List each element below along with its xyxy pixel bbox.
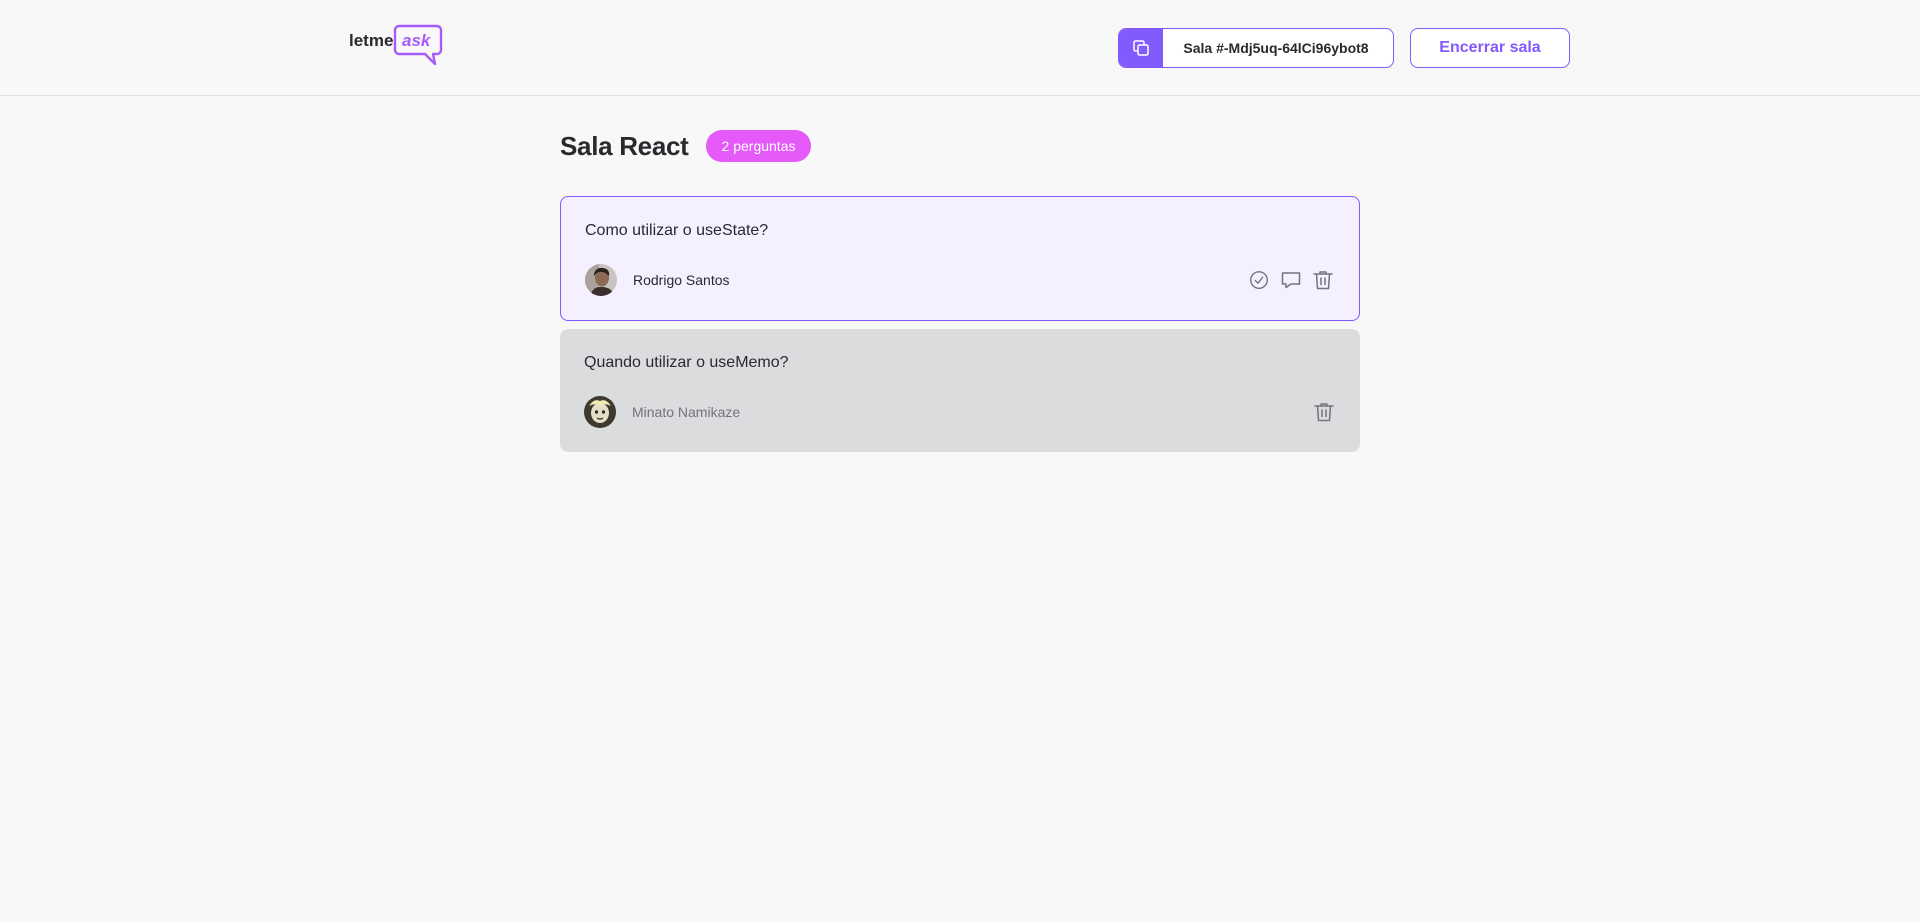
question-card: Como utilizar o useState? Rodrigo Santos bbox=[560, 196, 1360, 321]
svg-text:ask: ask bbox=[402, 31, 432, 50]
avatar bbox=[584, 396, 616, 428]
question-footer: Rodrigo Santos bbox=[585, 264, 1335, 296]
question-text: Como utilizar o useState? bbox=[585, 222, 769, 239]
author-name: Minato Namikaze bbox=[632, 404, 741, 420]
svg-text:letme: letme bbox=[349, 31, 393, 50]
page-title: Sala React bbox=[560, 130, 689, 161]
room-title-row: Sala React 2 perguntas bbox=[560, 130, 812, 162]
check-circle-icon[interactable] bbox=[1247, 268, 1271, 292]
room-code-text: Sala #-Mdj5uq-64lCi96ybot8 bbox=[1183, 40, 1369, 56]
answer-icon[interactable] bbox=[1279, 268, 1303, 292]
question-card: Quando utilizar o useMemo? Minato Namika… bbox=[560, 329, 1360, 452]
question-actions bbox=[1247, 268, 1335, 292]
letmeask-logo[interactable]: letme ask bbox=[349, 22, 445, 68]
room-code-button[interactable]: Sala #-Mdj5uq-64lCi96ybot8 bbox=[1118, 28, 1394, 68]
delete-icon[interactable] bbox=[1312, 400, 1336, 424]
question-actions bbox=[1312, 400, 1336, 424]
copy-icon bbox=[1119, 29, 1163, 67]
question-author: Minato Namikaze bbox=[584, 396, 740, 428]
end-room-button[interactable]: Encerrar sala bbox=[1410, 28, 1570, 68]
question-author: Rodrigo Santos bbox=[585, 264, 730, 296]
delete-icon[interactable] bbox=[1311, 268, 1335, 292]
question-text: Quando utilizar o useMemo? bbox=[584, 354, 789, 371]
question-count-badge: 2 perguntas bbox=[705, 130, 812, 162]
question-footer: Minato Namikaze bbox=[584, 396, 1336, 428]
page-header: letme ask Sala #-Mdj5uq-64lCi96ybot8 Enc… bbox=[0, 0, 1920, 96]
author-name: Rodrigo Santos bbox=[633, 272, 730, 288]
avatar bbox=[585, 264, 617, 296]
